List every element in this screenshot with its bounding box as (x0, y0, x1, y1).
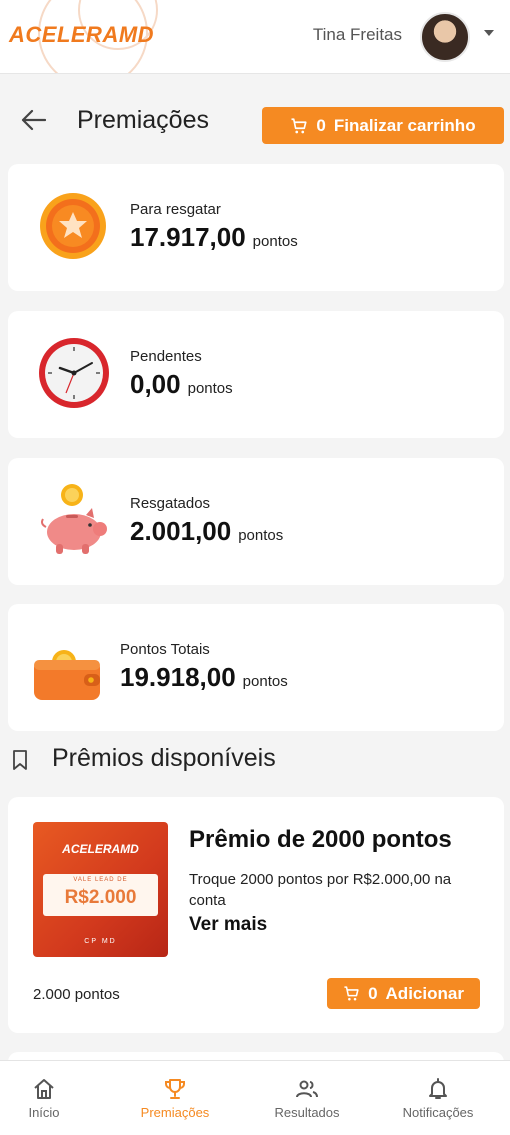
nav-item-notificacoes[interactable]: Notificações (378, 1061, 498, 1135)
nav-item-home[interactable]: Início (0, 1061, 104, 1135)
add-to-cart-button[interactable]: 0 Adicionar (327, 978, 480, 1009)
prize-image-ticket-value: R$2.000 (64, 887, 137, 908)
points-value: 19.918,00 (120, 662, 236, 692)
points-label: Pontos Totais (120, 641, 210, 658)
points-value: 17.917,00 (130, 222, 246, 252)
prize-image[interactable]: ACELERAMD VALE LEAD DE R$2.000 CP MD (33, 822, 168, 957)
cart-icon (291, 117, 307, 133)
prize-description: Troque 2000 pontos por R$2.000,00 na con… (189, 871, 452, 909)
bell-icon (429, 1078, 447, 1099)
bookmark-icon (13, 750, 27, 770)
points-unit: pontos (238, 527, 284, 544)
wallet-icon (34, 650, 100, 700)
page-title: Premiações (77, 106, 209, 134)
prize-card: ACELERAMD VALE LEAD DE R$2.000 CP MD Prê… (8, 797, 504, 1033)
points-card-redeemed: Resgatados 2.001,00 pontos (8, 458, 504, 585)
nav-label: Premiações (140, 1105, 210, 1120)
clock-icon (39, 338, 109, 408)
prize-image-ticket-label: VALE LEAD DE (73, 877, 128, 883)
points-label: Para resgatar (130, 201, 221, 218)
nav-item-resultados[interactable]: Resultados (247, 1061, 367, 1135)
chevron-down-icon[interactable] (484, 30, 494, 36)
add-button-label: Adicionar (385, 983, 464, 1003)
app-logo[interactable]: ACELERAMD (9, 22, 154, 48)
cart-count: 0 (316, 115, 326, 135)
prize-image-ticket: VALE LEAD DE R$2.000 (43, 874, 158, 916)
prize-image-footer: CP MD (84, 938, 117, 945)
points-value: 0,00 (130, 369, 181, 399)
points-value: 2.001,00 (130, 516, 232, 546)
section-title: Prêmios disponíveis (52, 744, 276, 772)
points-card-to-redeem: Para resgatar 17.917,00 pontos (8, 164, 504, 291)
points-label: Pendentes (130, 348, 202, 365)
trophy-icon (165, 1079, 185, 1099)
back-arrow-icon[interactable] (20, 108, 46, 132)
points-value-row: 19.918,00 pontos (120, 662, 288, 693)
nav-label: Notificações (402, 1105, 474, 1120)
points-value-row: 17.917,00 pontos (130, 222, 298, 253)
cart-button-label: Finalizar carrinho (333, 115, 476, 135)
avatar[interactable] (420, 12, 470, 62)
user-name[interactable]: Tina Freitas (313, 25, 402, 45)
bottom-nav: Início Premiações Resultados Notificaçõe… (0, 1060, 510, 1135)
points-unit: pontos (252, 233, 298, 250)
points-card-pending: Pendentes 0,00 pontos (8, 311, 504, 438)
piggy-bank-icon (41, 484, 107, 554)
points-label: Resgatados (130, 495, 211, 512)
home-icon (34, 1079, 54, 1099)
points-value-row: 2.001,00 pontos (130, 516, 283, 547)
prize-title: Prêmio de 2000 pontos (189, 826, 452, 853)
people-icon (296, 1080, 318, 1098)
points-value-row: 0,00 pontos (130, 369, 233, 400)
finalize-cart-button[interactable]: 0 Finalizar carrinho (262, 107, 504, 144)
nav-item-premiacoes[interactable]: Premiações (115, 1061, 235, 1135)
points-card-total: Pontos Totais 19.918,00 pontos (8, 604, 504, 731)
prize-points: 2.000 pontos (33, 986, 120, 1003)
nav-label: Resultados (274, 1105, 340, 1120)
points-unit: pontos (242, 673, 288, 690)
add-count: 0 (368, 983, 378, 1003)
points-unit: pontos (187, 380, 233, 397)
see-more-link[interactable]: Ver mais (189, 914, 267, 936)
prize-image-logo: ACELERAMD (62, 842, 139, 856)
nav-label: Início (28, 1105, 60, 1120)
top-bar: ACELERAMD Tina Freitas (0, 0, 510, 74)
cart-icon (344, 986, 359, 1001)
medal-coin-icon (40, 193, 106, 259)
